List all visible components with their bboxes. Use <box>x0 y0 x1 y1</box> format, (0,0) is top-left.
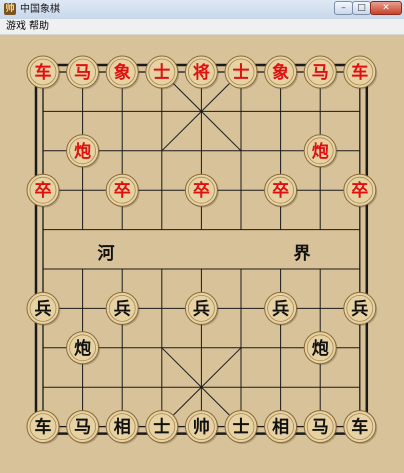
piece-label: 兵 <box>193 298 210 319</box>
piece-label: 兵 <box>35 298 52 319</box>
river-label-right: 界 <box>294 244 311 264</box>
red-piece[interactable]: 象 <box>105 55 140 90</box>
menu-help[interactable]: 帮助 <box>29 20 49 33</box>
black-piece[interactable]: 兵 <box>343 291 378 326</box>
red-piece[interactable]: 士 <box>145 55 180 90</box>
red-piece[interactable]: 马 <box>66 55 101 90</box>
red-piece[interactable]: 车 <box>26 55 61 90</box>
piece-label: 兵 <box>351 298 368 319</box>
minimize-button[interactable]: – <box>334 1 353 15</box>
red-piece[interactable]: 卒 <box>264 173 299 208</box>
window-title: 中国象棋 <box>20 4 60 15</box>
black-piece[interactable]: 兵 <box>264 291 299 326</box>
piece-label: 卒 <box>114 180 131 201</box>
red-piece[interactable]: 炮 <box>66 134 101 169</box>
piece-label: 车 <box>35 62 52 83</box>
black-piece[interactable]: 士 <box>145 410 180 445</box>
piece-label: 卒 <box>35 180 52 201</box>
menu-game[interactable]: 游戏 <box>6 20 26 33</box>
black-piece[interactable]: 炮 <box>303 331 338 366</box>
piece-label: 将 <box>193 62 210 83</box>
title-bar: 帅 中国象棋 – □ ✕ <box>0 0 404 20</box>
red-piece[interactable]: 将 <box>184 55 219 90</box>
river-label-left: 河 <box>98 244 115 264</box>
piece-label: 兵 <box>114 298 131 319</box>
red-piece[interactable]: 车 <box>343 55 378 90</box>
piece-label: 相 <box>272 417 289 438</box>
close-button[interactable]: ✕ <box>370 1 402 15</box>
black-piece[interactable]: 相 <box>105 410 140 445</box>
black-piece[interactable]: 马 <box>66 410 101 445</box>
piece-label: 士 <box>153 417 170 438</box>
piece-label: 炮 <box>312 338 329 359</box>
board-grid <box>34 63 369 435</box>
red-piece[interactable]: 卒 <box>343 173 378 208</box>
piece-label: 卒 <box>351 180 368 201</box>
menu-bar: 游戏 帮助 <box>0 19 404 35</box>
piece-label: 车 <box>351 62 368 83</box>
piece-label: 马 <box>312 418 329 438</box>
piece-label: 马 <box>312 63 329 83</box>
piece-label: 士 <box>233 62 250 83</box>
piece-label: 马 <box>74 63 91 83</box>
maximize-button[interactable]: □ <box>352 1 371 15</box>
black-piece[interactable]: 车 <box>26 410 61 445</box>
piece-label: 炮 <box>312 141 329 162</box>
red-piece[interactable]: 士 <box>224 55 259 90</box>
piece-label: 炮 <box>74 141 91 162</box>
piece-label: 炮 <box>74 338 91 359</box>
piece-label: 车 <box>35 417 52 438</box>
piece-label: 士 <box>233 417 250 438</box>
piece-label: 马 <box>74 418 91 438</box>
piece-label: 卒 <box>193 180 210 201</box>
red-piece[interactable]: 卒 <box>105 173 140 208</box>
piece-label: 帅 <box>193 417 210 438</box>
piece-label: 士 <box>153 62 170 83</box>
black-piece[interactable]: 兵 <box>26 291 61 326</box>
black-piece[interactable]: 帅 <box>184 410 219 445</box>
red-piece[interactable]: 象 <box>264 55 299 90</box>
black-piece[interactable]: 士 <box>224 410 259 445</box>
piece-label: 相 <box>114 417 131 438</box>
black-piece[interactable]: 炮 <box>66 331 101 366</box>
red-piece[interactable]: 炮 <box>303 134 338 169</box>
red-piece[interactable]: 卒 <box>184 173 219 208</box>
black-piece[interactable]: 车 <box>343 410 378 445</box>
piece-label: 象 <box>272 62 289 83</box>
chess-app-icon: 帅 <box>4 3 16 15</box>
black-piece[interactable]: 兵 <box>105 291 140 326</box>
chess-board[interactable]: 河 界 车马象士将士象马车炮 炮卒卒卒卒卒兵兵兵兵兵炮 炮车马相士帅士相马车 <box>0 35 404 473</box>
chess-board-area[interactable]: 河 界 车马象士将士象马车炮炮卒卒卒卒卒兵兵兵兵兵炮炮车马相士帅士相马车 <box>0 35 404 473</box>
red-piece[interactable]: 马 <box>303 55 338 90</box>
black-piece[interactable]: 马 <box>303 410 338 445</box>
piece-label: 车 <box>351 417 368 438</box>
piece-label: 象 <box>114 62 131 83</box>
red-piece[interactable]: 卒 <box>26 173 61 208</box>
piece-label: 卒 <box>272 180 289 201</box>
black-piece[interactable]: 兵 <box>184 291 219 326</box>
piece-label: 兵 <box>272 298 289 319</box>
black-piece[interactable]: 相 <box>264 410 299 445</box>
